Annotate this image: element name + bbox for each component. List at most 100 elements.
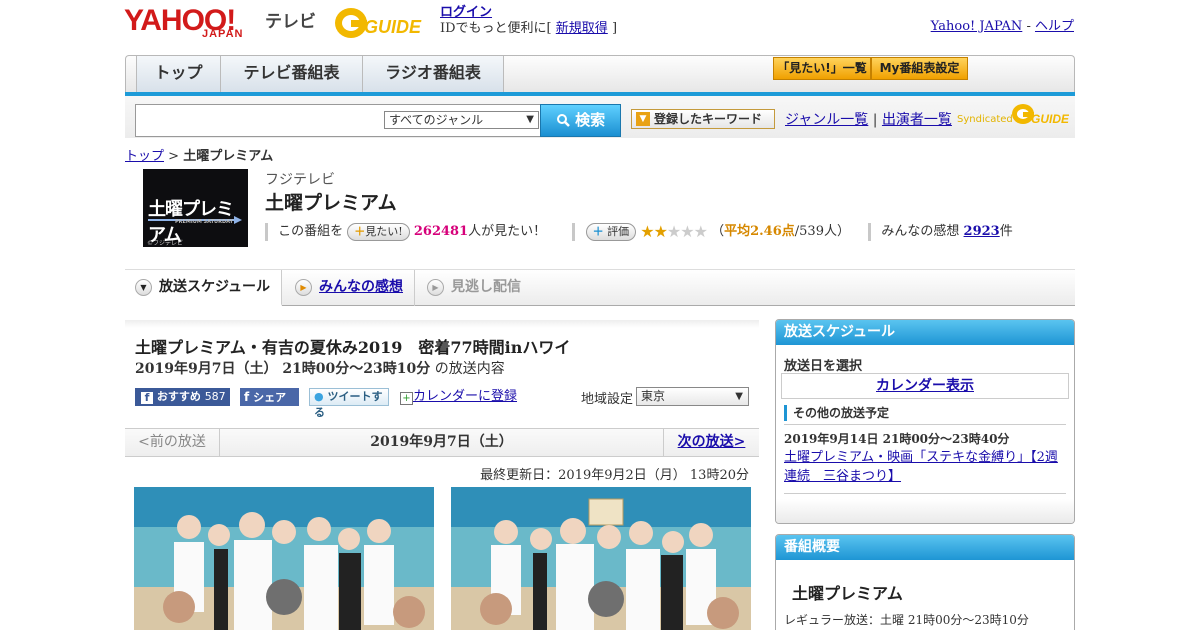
tweet-button[interactable]: ● ツイートする xyxy=(309,388,389,419)
facebook-icon: f xyxy=(244,390,250,404)
program-tabs: ▼ 放送スケジュール ▶ みんなの感想 ▶ 見逃し配信 xyxy=(125,269,1075,306)
plus-icon: ＋ xyxy=(354,224,366,238)
calendar-register[interactable]: + カレンダーに登録 xyxy=(400,388,517,406)
nav-tab-top[interactable]: トップ xyxy=(136,56,220,92)
tab-reviews-label[interactable]: みんなの感想 xyxy=(319,279,403,295)
divider xyxy=(784,424,1066,425)
divider xyxy=(784,493,1066,494)
other-broadcast-item: 土曜プレミアム・映画「ステキな金縛り」【2週連続 三谷まつり】 xyxy=(784,448,1066,486)
other-broadcast-link[interactable]: 土曜プレミアム・映画「ステキな金縛り」【2週連続 三谷まつり】 xyxy=(784,450,1058,484)
help-link[interactable]: ヘルプ xyxy=(1035,19,1074,34)
want-prefix: この番組を xyxy=(278,224,344,239)
date-navigation: <前の放送 2019年9月7日（土） 次の放送> xyxy=(125,428,759,457)
tab-broadcast-schedule-label: 放送スケジュール xyxy=(159,279,271,295)
facebook-share-button[interactable]: f シェア xyxy=(240,388,299,406)
link-separator: - xyxy=(1026,19,1031,34)
genre-list-link[interactable]: ジャンル一覧 xyxy=(785,112,868,128)
program-title: 土曜プレミアム xyxy=(265,192,397,214)
rate-button[interactable]: ＋ 評価 xyxy=(585,222,637,241)
nav-tab-tv-schedule[interactable]: テレビ番組表 xyxy=(220,56,362,92)
twitter-bird-icon: ● xyxy=(314,390,324,403)
facebook-share-label: シェア xyxy=(253,391,287,404)
my-schedule-settings-button[interactable]: My番組表設定 xyxy=(871,57,968,80)
prev-broadcast: <前の放送 xyxy=(125,429,220,456)
sidebar-overview-box: 番組概要 土曜プレミアム レギュラー放送：土曜 21時00分～23時10分 xyxy=(775,534,1075,630)
top-right-links: Yahoo! JAPAN - ヘルプ xyxy=(931,15,1074,34)
want-button-label: 見たい! xyxy=(365,224,403,238)
tab-reviews[interactable]: ▶ みんなの感想 xyxy=(285,270,415,306)
sidebar-schedule-box: 放送スケジュール 放送日を選択 カレンダー表示 その他の放送予定 2019年9月… xyxy=(775,319,1075,524)
registered-keyword-button[interactable]: ▼ 登録したキーワード xyxy=(631,109,775,129)
rating-open-paren: （ xyxy=(711,224,725,239)
facebook-recommend-label: おすすめ xyxy=(156,390,201,403)
sidebar-box-footer xyxy=(776,499,1074,523)
main-nav: トップ テレビ番組表 ラジオ番組表 「見たい!」一覧 My番組表設定 xyxy=(125,55,1075,92)
breadcrumb-current: 土曜プレミアム xyxy=(183,149,274,164)
want-count: 262481 xyxy=(413,224,469,239)
tweet-button-label: ツイートする xyxy=(314,390,383,419)
episode-photo xyxy=(134,487,434,630)
tab-missed-streaming-label: 見逃し配信 xyxy=(451,279,521,295)
sidebar-overview-heading: 番組概要 xyxy=(776,535,1074,560)
region-select-value: 東京 xyxy=(641,389,666,403)
thumbnail-subtitle: PREMIUM SATURDAY xyxy=(175,219,234,225)
rate-button-label: 評価 xyxy=(607,224,630,238)
plus-icon: ＋ xyxy=(592,224,604,238)
other-broadcasts-label: その他の放送予定 xyxy=(784,405,889,421)
episode-time-line: 2019年9月7日（土） 21時00分～23時10分 の放送内容 xyxy=(135,358,505,378)
rating-average: 平均2.46点 xyxy=(724,224,795,239)
region-select[interactable]: 東京 ▼ xyxy=(636,387,749,406)
calendar-display-link[interactable]: カレンダー表示 xyxy=(876,378,974,394)
stat-divider xyxy=(265,222,268,241)
japan-logo-text: JAPAN xyxy=(202,28,244,40)
next-broadcast-link[interactable]: 次の放送> xyxy=(678,434,746,450)
star-empty-icon: ★ xyxy=(666,222,681,241)
yahoo-japan-link[interactable]: Yahoo! JAPAN xyxy=(931,19,1023,34)
calendar-register-link[interactable]: カレンダーに登録 xyxy=(413,389,517,404)
facebook-recommend-button[interactable]: f おすすめ 587 xyxy=(135,388,230,406)
breadcrumb: トップ > 土曜プレミアム xyxy=(125,145,273,164)
genre-select-value: すべてのジャンル xyxy=(389,113,484,127)
genre-links: ジャンル一覧 | 出演者一覧 xyxy=(785,109,952,129)
chevron-down-icon: ▼ xyxy=(135,279,152,296)
tab-missed-streaming: ▶ 見逃し配信 xyxy=(417,270,557,306)
reviews-count-link[interactable]: 2923 xyxy=(964,224,1000,239)
want-list-button[interactable]: 「見たい!」一覧 xyxy=(773,57,871,80)
gguide-logo[interactable]: GUIDE xyxy=(334,6,434,42)
breadcrumb-top-link[interactable]: トップ xyxy=(125,149,164,164)
syndicated-gguide-logo: Syndicated GUIDE xyxy=(957,104,1069,126)
nav-tab-radio-schedule[interactable]: ラジオ番組表 xyxy=(362,56,504,92)
search-button[interactable]: 検索 xyxy=(540,104,621,137)
dropdown-arrow-icon: ▼ xyxy=(526,114,534,125)
star-empty-icon: ★ xyxy=(693,222,708,241)
performer-list-link[interactable]: 出演者一覧 xyxy=(882,112,952,128)
login-link[interactable]: ログイン xyxy=(440,5,492,20)
calendar-add-icon: + xyxy=(400,392,413,405)
facebook-recommend-count: 587 xyxy=(204,390,226,403)
signup-link[interactable]: 新規取得 xyxy=(556,21,608,36)
thumbnail-copyright: ©フジテレビ xyxy=(147,240,184,247)
episode-datetime: 2019年9月7日（土） 21時00分～23時10分 xyxy=(135,361,431,377)
yahoo-japan-logo[interactable]: YAHOO! JAPAN xyxy=(124,4,262,42)
gguide-logo-text: GUIDE xyxy=(364,17,422,37)
episode-title: 土曜プレミアム・有吉の夏休み2019 密着77時間inハワイ xyxy=(135,338,571,357)
tab-broadcast-schedule[interactable]: ▼ 放送スケジュール xyxy=(125,270,282,306)
star-filled-icon: ★ xyxy=(640,222,654,241)
region-label: 地域設定 xyxy=(581,392,634,407)
search-button-label: 検索 xyxy=(575,111,606,129)
current-date: 2019年9月7日（土） xyxy=(370,434,513,450)
calendar-display-button[interactable]: カレンダー表示 xyxy=(781,373,1069,399)
login-block: ログイン IDでもっと便利に[ 新規取得 ] xyxy=(440,5,617,37)
rating-count: /539人） xyxy=(794,224,850,239)
last-updated: 最終更新日：2019年9月2日（月） 13時20分 xyxy=(480,468,749,483)
genre-select[interactable]: すべてのジャンル ▼ xyxy=(384,111,539,129)
stat-divider xyxy=(868,222,872,241)
registered-keyword-label: 登録したキーワード xyxy=(654,112,763,126)
reviews-label: みんなの感想 xyxy=(881,224,960,239)
play-icon: ▶ xyxy=(427,279,444,296)
overview-program-title: 土曜プレミアム xyxy=(792,584,903,603)
episode-photo xyxy=(451,487,751,630)
facebook-icon: f xyxy=(141,392,153,404)
dropdown-arrow-icon: ▼ xyxy=(735,391,743,402)
want-button[interactable]: ＋見たい! xyxy=(347,222,410,241)
